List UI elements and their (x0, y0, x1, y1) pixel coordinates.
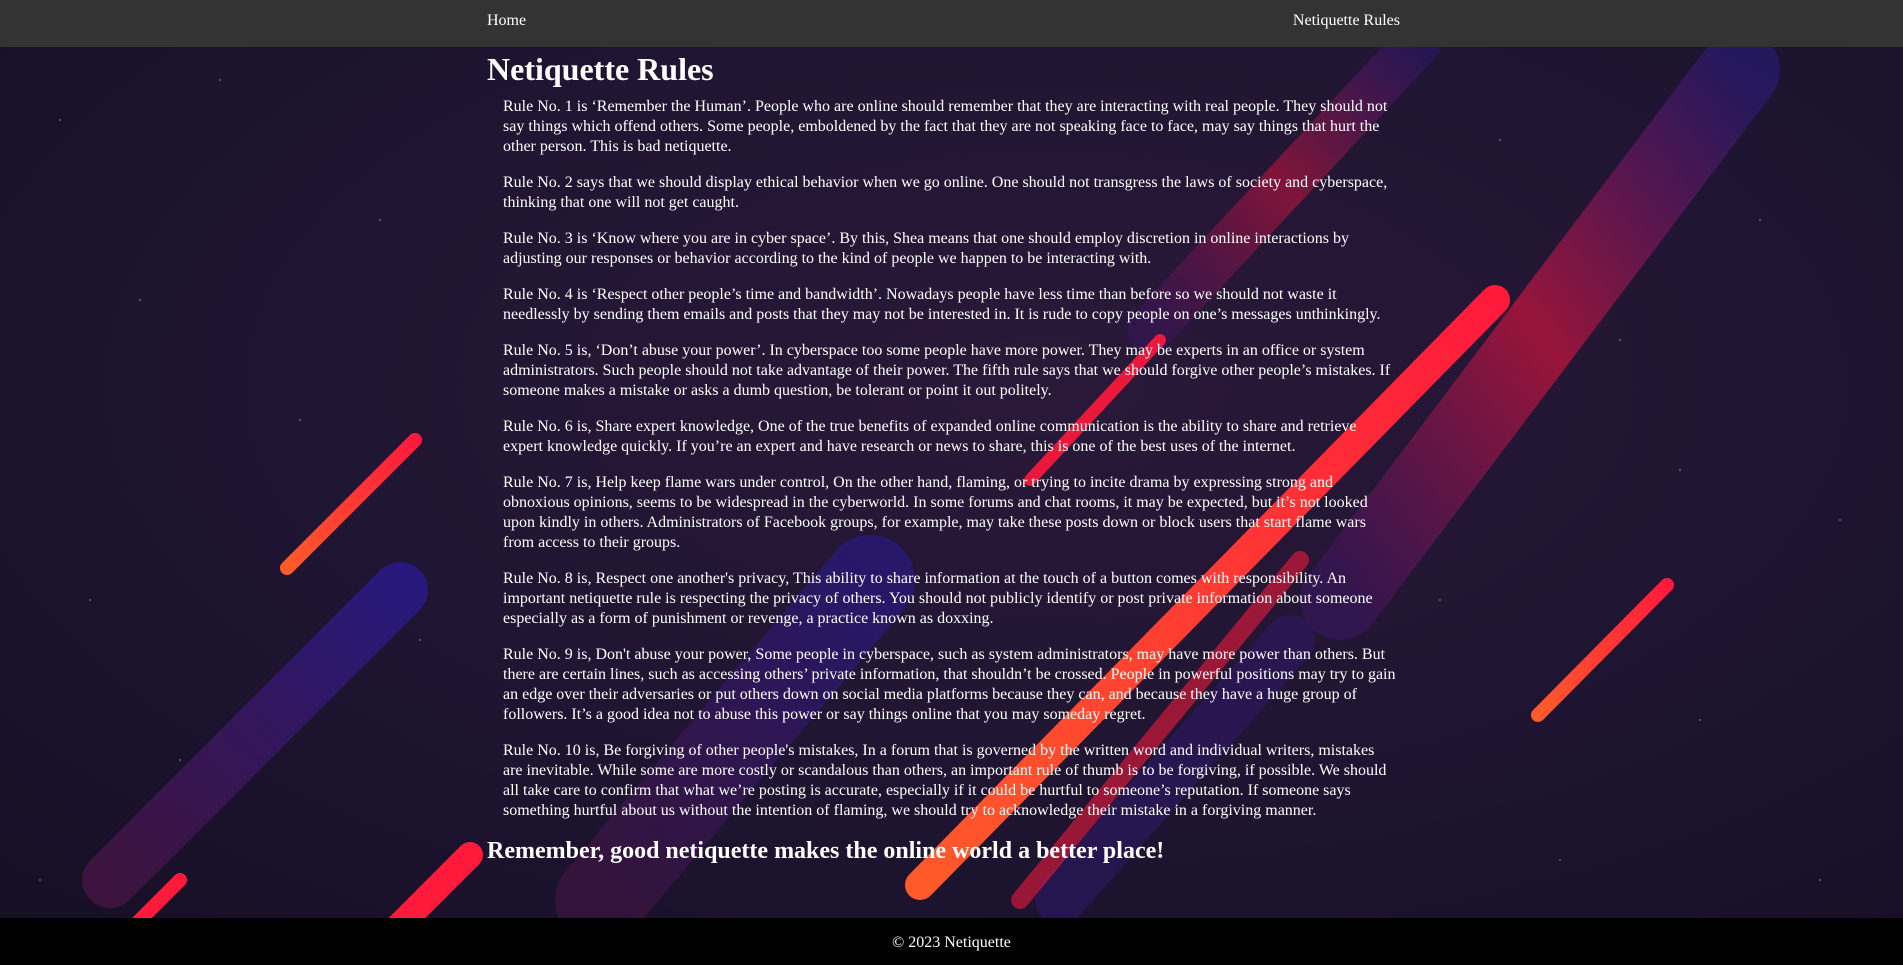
rule-item: Rule No. 8 is, Respect one another's pri… (503, 570, 1373, 627)
footer: © 2023 Netiquette (0, 918, 1903, 965)
nav-home-link[interactable]: Home (487, 11, 526, 31)
rule-item: Rule No. 6 is, Share expert knowledge, O… (503, 418, 1357, 455)
rule-item: Rule No. 10 is, Be forgiving of other pe… (503, 742, 1387, 819)
nav-netiquette-rules-link[interactable]: Netiquette Rules (1293, 11, 1400, 31)
main-content: Netiquette Rules Rule No. 1 is ‘Remember… (487, 47, 1397, 865)
rule-item: Rule No. 9 is, Don't abuse your power, S… (503, 646, 1396, 723)
rule-item: Rule No. 7 is, Help keep flame wars unde… (503, 474, 1368, 551)
rules-list: Rule No. 1 is ‘Remember the Human’. Peop… (487, 97, 1397, 821)
rule-item: Rule No. 2 says that we should display e… (503, 174, 1388, 211)
rule-item: Rule No. 5 is, ‘Don’t abuse your power’.… (503, 342, 1391, 399)
rule-item: Rule No. 1 is ‘Remember the Human’. Peop… (503, 98, 1388, 155)
navbar: Home Netiquette Rules (0, 0, 1903, 47)
footer-copyright: © 2023 Netiquette (892, 934, 1011, 951)
closing-message: Remember, good netiquette makes the onli… (487, 838, 1165, 864)
page-title: Netiquette Rules (487, 51, 714, 87)
rule-item: Rule No. 4 is ‘Respect other people’s ti… (503, 286, 1381, 323)
rule-item: Rule No. 3 is ‘Know where you are in cyb… (503, 230, 1350, 267)
